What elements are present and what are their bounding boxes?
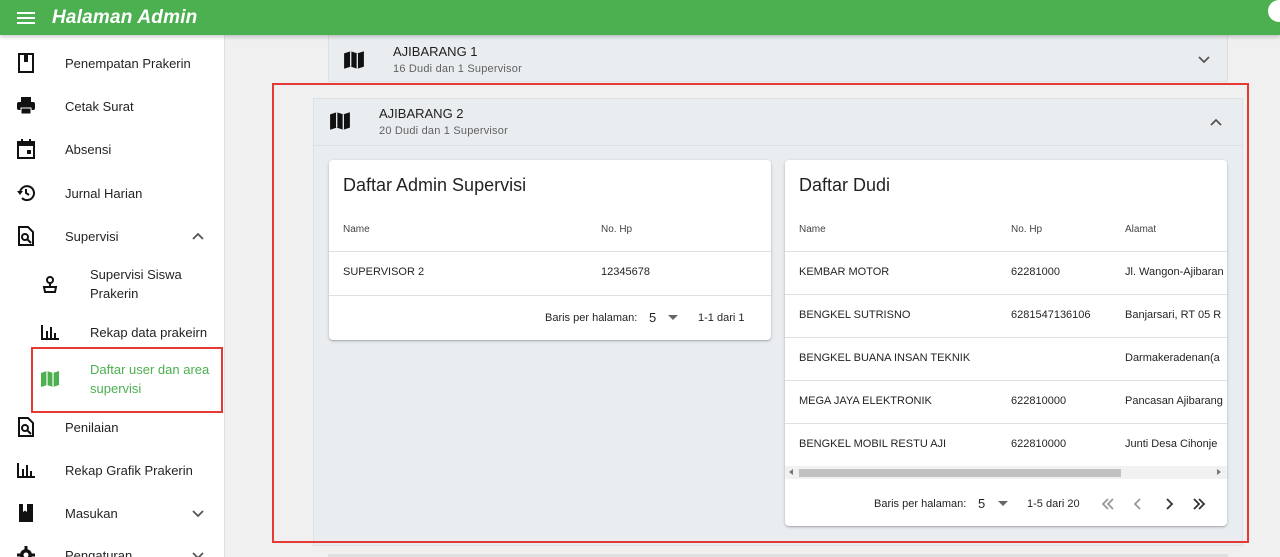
sidebar-item-pengaturan[interactable]: Pengaturan (0, 543, 224, 557)
chevron-down-icon (189, 546, 207, 557)
sidebar-item-label: Penilaian (65, 419, 119, 435)
main-content: AJIBARANG 1 16 Dudi dan 1 Supervisor AJI… (225, 35, 1280, 557)
sidebar-item-label: Rekap data prakeirn (90, 324, 208, 340)
map-icon (343, 49, 365, 71)
sidebar-item-label: Supervisi Siswa Prakerin (90, 267, 182, 301)
sidebar-item-supervisi[interactable]: Supervisi (0, 224, 224, 248)
bar-chart-icon (15, 459, 37, 481)
panel-subtitle: 16 Dudi dan 1 Supervisor (393, 63, 522, 75)
chevron-down-icon[interactable] (1195, 50, 1213, 68)
selection-highlight (272, 83, 1249, 543)
sidebar-item-penempatan-prakerin[interactable]: Penempatan Prakerin (0, 51, 224, 75)
calendar-icon (15, 138, 37, 160)
sidebar-item-label: Pengaturan (65, 547, 133, 557)
search-document-icon (15, 225, 37, 247)
chevron-down-icon (189, 504, 207, 522)
app-title: Halaman Admin (52, 6, 198, 28)
sidebar-item-supervisi-siswa-prakerin[interactable]: Supervisi Siswa Prakerin (0, 265, 224, 303)
bar-chart-icon (39, 321, 61, 343)
sidebar-item-jurnal-harian[interactable]: Jurnal Harian (0, 181, 224, 205)
search-document-icon (15, 416, 37, 438)
selection-highlight (31, 347, 223, 413)
sidebar-item-label: Cetak Surat (65, 98, 134, 114)
person-pin-icon (39, 273, 61, 295)
sidebar-item-label: Absensi (65, 141, 112, 157)
bookmark-icon (15, 502, 37, 524)
book-icon (15, 52, 37, 74)
sidebar-item-rekap-grafik-prakerin[interactable]: Rekap Grafik Prakerin (0, 458, 224, 482)
sidebar-item-absensi[interactable]: Absensi (0, 137, 224, 161)
sidebar-item-penilaian[interactable]: Penilaian (0, 415, 224, 439)
hamburger-menu-icon[interactable] (0, 0, 52, 35)
sidebar-item-cetak-surat[interactable]: Cetak Surat (0, 94, 224, 118)
sidebar-item-rekap-data-prakeirn[interactable]: Rekap data prakeirn (0, 320, 224, 344)
history-icon (15, 182, 37, 204)
chevron-up-icon (189, 227, 207, 245)
area-panel-ajibarang-1[interactable]: AJIBARANG 1 16 Dudi dan 1 Supervisor (328, 35, 1228, 82)
sidebar-item-label: Rekap Grafik Prakerin (65, 462, 193, 478)
app-bar: Halaman Admin (0, 0, 1280, 35)
sidebar-item-label: Penempatan Prakerin (65, 55, 191, 71)
sidebar: Penempatan Prakerin Cetak Surat Absensi … (0, 35, 225, 557)
avatar[interactable] (1268, 0, 1280, 22)
sidebar-item-masukan[interactable]: Masukan (0, 501, 224, 525)
gear-icon (15, 544, 37, 557)
sidebar-item-label: Masukan (65, 505, 118, 521)
sidebar-item-label: Supervisi (65, 228, 119, 244)
printer-icon (15, 95, 37, 117)
sidebar-item-label: Jurnal Harian (65, 185, 143, 201)
panel-title: AJIBARANG 1 (393, 44, 478, 59)
